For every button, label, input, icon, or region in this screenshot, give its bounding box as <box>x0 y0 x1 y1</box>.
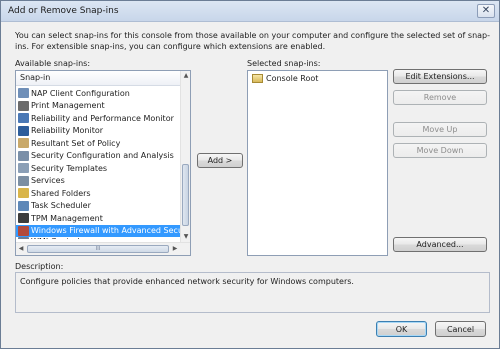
services-icon <box>18 175 29 186</box>
remove-button[interactable]: Remove <box>393 90 487 105</box>
move-down-button[interactable]: Move Down <box>393 143 487 158</box>
move-up-button[interactable]: Move Up <box>393 122 487 137</box>
scroll-down-icon[interactable]: ▼ <box>181 232 190 242</box>
selected-item-label: Console Root <box>266 74 319 83</box>
list-item[interactable]: Security Templates <box>16 162 181 175</box>
nap-client-icon <box>18 88 29 99</box>
available-snapins-rows: NAP Client Configuration Print Management… <box>16 87 181 239</box>
list-item-label: Reliability and Performance Monitor <box>31 113 174 123</box>
list-item[interactable]: Services <box>16 175 181 188</box>
list-item-label: NAP Client Configuration <box>31 88 130 98</box>
security-templates-icon <box>18 163 29 174</box>
firewall-icon <box>18 225 29 236</box>
advanced-button[interactable]: Advanced... <box>393 237 487 252</box>
list-item[interactable]: Task Scheduler <box>16 200 181 213</box>
list-item-label: Security Configuration and Analysis <box>31 151 174 161</box>
column-header-snapin[interactable]: Snap-in <box>16 71 181 86</box>
vertical-scroll-thumb[interactable] <box>182 164 189 226</box>
selected-snapins-label: Selected snap-ins: <box>247 59 321 68</box>
list-item[interactable]: Shared Folders <box>16 187 181 200</box>
list-item-label: TPM Management <box>31 213 103 223</box>
description-text: Configure policies that provide enhanced… <box>20 277 354 286</box>
printer-icon <box>18 100 29 111</box>
close-icon: ✕ <box>481 5 491 16</box>
available-snapins-label: Available snap-ins: <box>15 59 91 68</box>
console-root-icon <box>252 74 263 83</box>
vertical-scrollbar[interactable]: ▲ ▼ <box>180 71 190 242</box>
add-remove-snapins-dialog: Add or Remove Snap-ins ✕ You can select … <box>0 0 500 349</box>
security-config-icon <box>18 150 29 161</box>
list-item-label: Resultant Set of Policy <box>31 138 121 148</box>
selected-snapins-list[interactable]: Console Root <box>247 70 388 256</box>
available-snapins-list[interactable]: Snap-in NAP Client Configuration Print Ma… <box>15 70 191 256</box>
list-item-label: Print Management <box>31 101 105 111</box>
edit-extensions-button[interactable]: Edit Extensions... <box>393 69 487 84</box>
list-item-label: Task Scheduler <box>31 201 91 211</box>
description-label: Description: <box>15 262 64 271</box>
list-item[interactable]: Security Configuration and Analysis <box>16 150 181 163</box>
intro-text: You can select snap-ins for this console… <box>15 31 491 51</box>
list-item[interactable]: Reliability and Performance Monitor <box>16 112 181 125</box>
horizontal-scrollbar[interactable]: ◀ III ▶ <box>16 242 190 255</box>
window-title: Add or Remove Snap-ins <box>8 6 119 16</box>
list-item-label: WMI Control <box>31 237 80 239</box>
scroll-up-icon[interactable]: ▲ <box>181 71 190 81</box>
scroll-right-icon[interactable]: ▶ <box>170 243 180 255</box>
list-item-label: Reliability Monitor <box>31 126 104 136</box>
shared-folders-icon <box>18 188 29 199</box>
list-item[interactable]: WMI Control <box>16 237 181 239</box>
list-item-label: Windows Firewall with Advanced Security <box>31 226 181 236</box>
add-button[interactable]: Add > <box>197 153 243 168</box>
wmi-icon <box>18 237 29 239</box>
list-item-label: Security Templates <box>31 163 108 173</box>
list-item[interactable]: Windows Firewall with Advanced Security <box>16 224 181 237</box>
ok-button[interactable]: OK <box>376 321 427 337</box>
selected-item-console-root[interactable]: Console Root <box>252 74 318 83</box>
list-item[interactable]: NAP Client Configuration <box>16 87 181 100</box>
cancel-button[interactable]: Cancel <box>435 321 486 337</box>
list-item-label: Shared Folders <box>31 188 91 198</box>
tpm-icon <box>18 213 29 224</box>
description-box: Configure policies that provide enhanced… <box>15 272 490 313</box>
reliability-monitor-icon <box>18 125 29 136</box>
close-button[interactable]: ✕ <box>477 4 495 18</box>
performance-monitor-icon <box>18 113 29 124</box>
horizontal-scroll-thumb[interactable]: III <box>27 245 169 253</box>
policy-icon <box>18 138 29 149</box>
list-item[interactable]: Reliability Monitor <box>16 125 181 138</box>
task-scheduler-icon <box>18 200 29 211</box>
list-item[interactable]: Print Management <box>16 100 181 113</box>
title-bar[interactable]: Add or Remove Snap-ins ✕ <box>1 1 499 22</box>
scroll-left-icon[interactable]: ◀ <box>16 243 26 255</box>
list-item[interactable]: Resultant Set of Policy <box>16 137 181 150</box>
list-item[interactable]: TPM Management <box>16 212 181 225</box>
list-item-label: Services <box>31 176 65 186</box>
